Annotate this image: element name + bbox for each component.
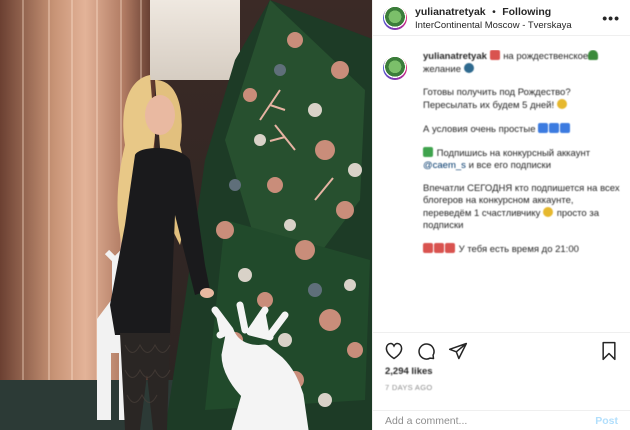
action-bar <box>383 340 620 362</box>
tree-emoji-icon <box>588 50 598 60</box>
caption-username[interactable]: yulianatretyak <box>423 51 487 62</box>
caption-text-2: Готовы получить под Рождество? Пересылат… <box>423 87 571 111</box>
caption-text-6: У тебя есть время до 21:00 <box>458 244 579 255</box>
caption: yulianatretyak на рождественское желание… <box>383 50 624 338</box>
timer-emoji-icon <box>445 243 455 253</box>
instagram-post: yulianatretyak • Following InterContinen… <box>0 0 630 430</box>
money-emoji-icon <box>543 207 554 217</box>
gift-emoji-icon <box>489 50 500 60</box>
more-horizontal-icon[interactable]: ••• <box>602 10 620 26</box>
avatar[interactable] <box>383 5 407 30</box>
checkmark-emoji-icon <box>423 147 433 157</box>
mention-link[interactable]: @caem_s <box>423 160 466 171</box>
avatar[interactable] <box>383 56 407 80</box>
location-link[interactable]: InterContinental Moscow - Tverskaya <box>415 19 602 32</box>
bookmark-icon[interactable] <box>598 340 620 362</box>
number-2-emoji-icon <box>549 123 560 133</box>
post-details-panel: yulianatretyak • Following InterContinen… <box>372 0 630 430</box>
header-text: yulianatretyak • Following InterContinen… <box>415 4 602 32</box>
post-photo[interactable] <box>0 0 372 430</box>
post-header: yulianatretyak • Following InterContinen… <box>373 0 630 36</box>
caption-text-4a: Подпишись на конкурсный аккаунт <box>436 148 591 159</box>
caption-body: yulianatretyak на рождественское желание… <box>423 50 624 256</box>
number-1-emoji-icon <box>538 123 549 133</box>
number-3-emoji-icon <box>560 123 571 133</box>
alarm-emoji-icon <box>434 243 444 253</box>
reindeer-figure <box>211 301 309 430</box>
following-button[interactable]: Following <box>502 6 551 18</box>
coin-emoji-icon <box>556 99 567 109</box>
comment-icon[interactable] <box>415 340 437 362</box>
post-timestamp[interactable]: 7 DAYS AGO <box>385 383 432 392</box>
comment-input[interactable] <box>385 414 596 427</box>
divider <box>373 332 630 333</box>
comment-bar: Post <box>373 410 630 430</box>
caption-text-4b: и все его подписки <box>468 160 552 171</box>
ornament-emoji-icon <box>463 63 474 73</box>
caption-text-3: А условия очень простые <box>423 124 536 135</box>
share-icon[interactable] <box>447 340 469 362</box>
separator-dot: • <box>492 5 496 18</box>
post-comment-button[interactable]: Post <box>595 415 618 427</box>
clock-emoji-icon <box>423 243 433 253</box>
heart-icon[interactable] <box>383 340 405 362</box>
username-link[interactable]: yulianatretyak <box>415 6 486 18</box>
likes-count[interactable]: 2,294 likes <box>385 366 433 377</box>
